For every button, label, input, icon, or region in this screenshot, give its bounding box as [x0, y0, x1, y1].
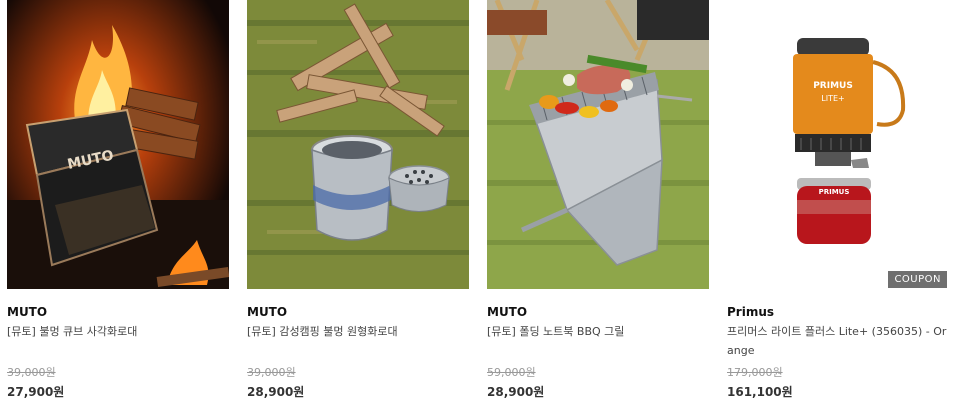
stove-label-bottom: LITE+	[821, 94, 844, 103]
product-image-fire-cube[interactable]: MUTO	[7, 0, 229, 289]
product-name-link[interactable]: 프리머스 라이트 플러스 Lite+ (356035) - Orange	[727, 322, 949, 360]
original-price: 39,000원	[247, 366, 296, 379]
stove-label-top: PRIMUS	[813, 81, 853, 91]
sale-price: 28,900원	[487, 385, 545, 399]
product-brand: Primus	[727, 305, 775, 319]
product-card[interactable]: MUTO MUTO [뮤토] 불멍 큐브 사각화로대 39,000원 27,90…	[7, 0, 229, 416]
canister-label: PRIMUS	[819, 188, 850, 196]
product-image-primus-stove[interactable]: PRIMUS LITE+ PRIMUS COUPON	[727, 0, 949, 289]
original-price: 39,000원	[7, 366, 56, 379]
coupon-badge: COUPON	[888, 271, 947, 288]
product-image-bbq-grill[interactable]	[487, 0, 709, 289]
primus-stove-photo: PRIMUS LITE+ PRIMUS	[727, 0, 949, 289]
product-brand: MUTO	[247, 305, 288, 319]
fire-cube-photo: MUTO	[7, 0, 229, 289]
product-grid: MUTO MUTO [뮤토] 불멍 큐브 사각화로대 39,000원 27,90…	[0, 0, 958, 416]
sale-price: 161,100원	[727, 385, 793, 399]
product-name-link[interactable]: [뮤토] 감성캠핑 불멍 원형화로대	[247, 322, 469, 341]
sale-price: 27,900원	[7, 385, 65, 399]
bbq-grill-photo	[487, 0, 709, 289]
product-name-link[interactable]: [뮤토] 불멍 큐브 사각화로대	[7, 322, 229, 341]
product-name-link[interactable]: [뮤토] 폴딩 노트북 BBQ 그릴	[487, 322, 709, 341]
product-image-round-fire-pit[interactable]	[247, 0, 469, 289]
product-brand: MUTO	[7, 305, 48, 319]
original-price: 59,000원	[487, 366, 536, 379]
round-fire-pit-photo	[247, 0, 469, 289]
product-card[interactable]: MUTO [뮤토] 감성캠핑 불멍 원형화로대 39,000원 28,900원	[247, 0, 469, 416]
product-card[interactable]: MUTO [뮤토] 폴딩 노트북 BBQ 그릴 59,000원 28,900원	[487, 0, 709, 416]
sale-price: 28,900원	[247, 385, 305, 399]
product-card[interactable]: PRIMUS LITE+ PRIMUS COUPON Primus 프리머스 라…	[727, 0, 949, 416]
original-price: 179,000원	[727, 366, 783, 379]
product-brand: MUTO	[487, 305, 528, 319]
